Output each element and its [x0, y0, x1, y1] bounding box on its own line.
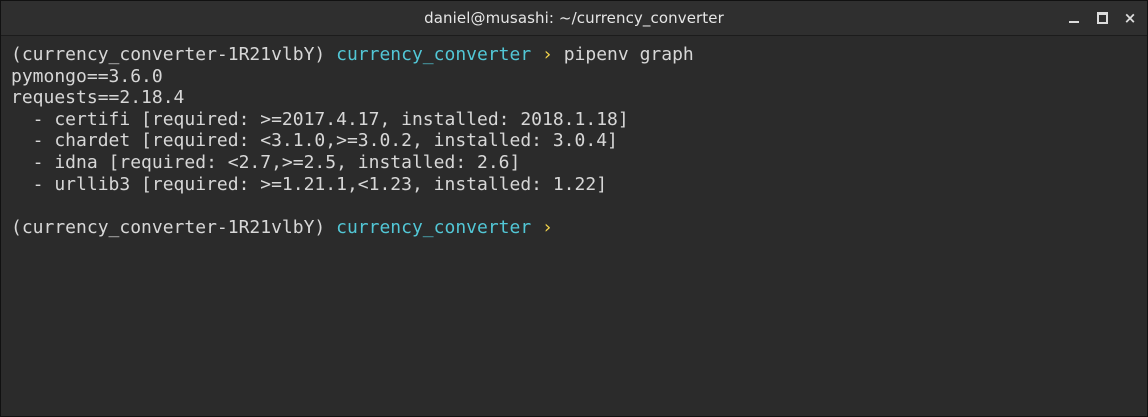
virtualenv-label: (currency_converter-1R21vlbY): [11, 216, 337, 238]
prompt-line-2: (currency_converter-1R21vlbY) currency_c…: [11, 217, 1147, 239]
window-controls: ×: [1067, 1, 1137, 35]
virtualenv-label: (currency_converter-1R21vlbY): [11, 44, 337, 65]
command-text: pipenv graph: [552, 44, 694, 65]
prompt-line-1: (currency_converter-1R21vlbY) currency_c…: [11, 44, 1147, 66]
minimize-icon: [1069, 21, 1079, 23]
output-line: - urllib3 [required: >=1.21.1,<1.23, ins…: [11, 173, 608, 195]
maximize-button[interactable]: [1095, 11, 1109, 25]
minimize-button[interactable]: [1067, 11, 1081, 25]
close-icon: ×: [1123, 9, 1137, 27]
output-line: - idna [required: <2.7,>=2.5, installed:…: [11, 151, 521, 173]
window-title: daniel@musashi: ~/currency_converter: [424, 9, 724, 27]
output-line: - chardet [required: <3.1.0,>=3.0.2, ins…: [11, 130, 618, 152]
title-bar[interactable]: daniel@musashi: ~/currency_converter ×: [1, 1, 1147, 36]
prompt-arrow-icon: ›: [542, 44, 553, 65]
output-line-empty: [11, 195, 1147, 217]
terminal-content[interactable]: (currency_converter-1R21vlbY) currency_c…: [1, 36, 1147, 238]
output-line: pymongo==3.6.0: [11, 65, 163, 87]
terminal-window: daniel@musashi: ~/currency_converter × (…: [0, 0, 1148, 417]
close-button[interactable]: ×: [1123, 9, 1137, 27]
output-line: requests==2.18.4: [11, 87, 185, 109]
prompt-arrow-icon: ›: [542, 216, 553, 238]
current-directory: currency_converter: [336, 44, 532, 65]
maximize-icon: [1096, 12, 1108, 24]
current-directory: currency_converter: [336, 216, 532, 238]
output-line: - certifi [required: >=2017.4.17, instal…: [11, 108, 629, 130]
